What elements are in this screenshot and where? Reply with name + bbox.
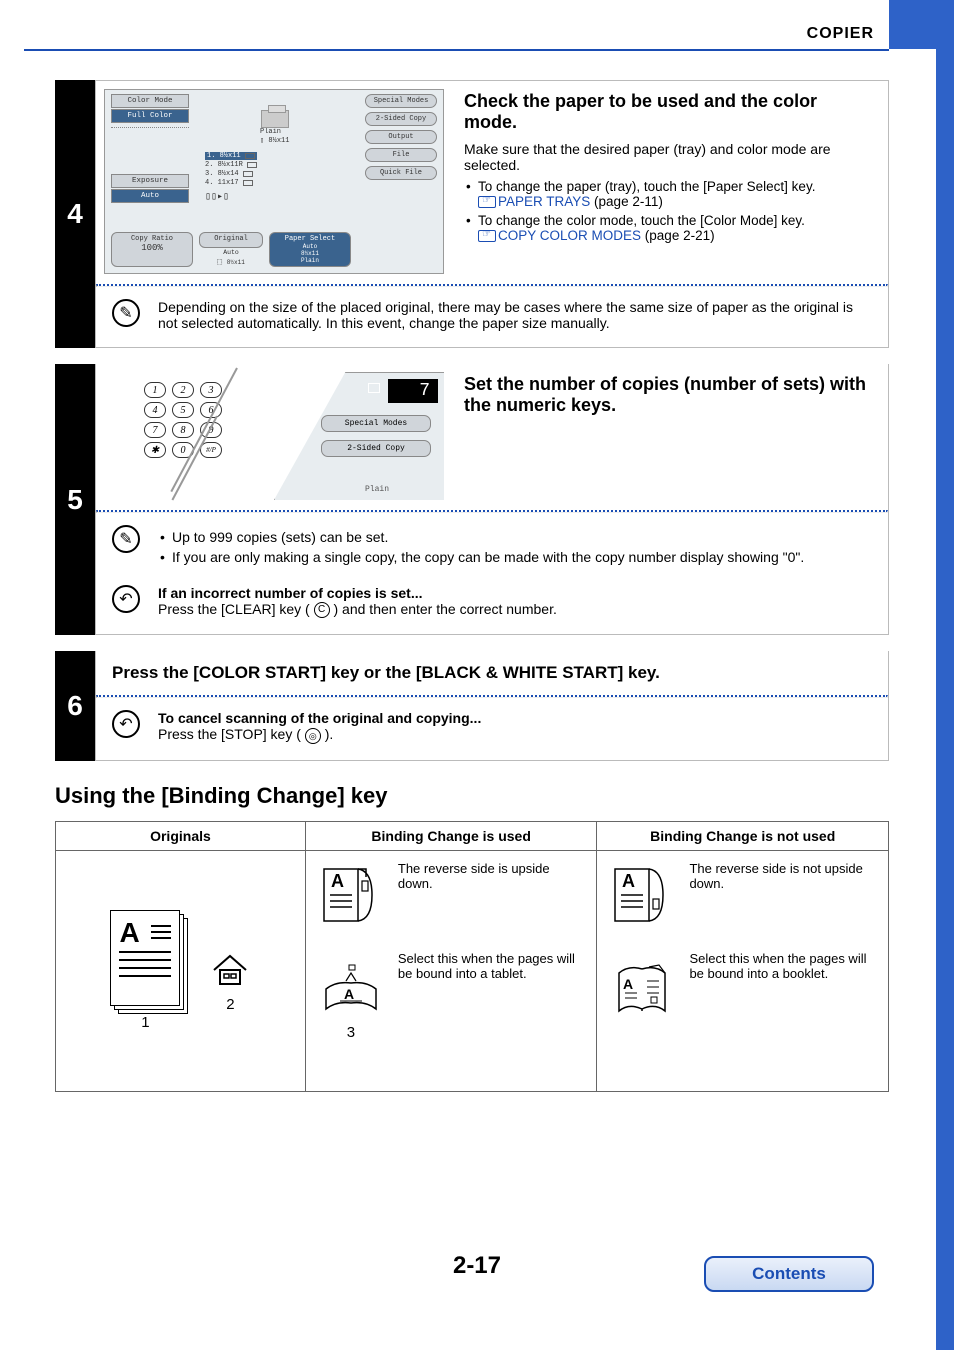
copy-count-display: 7: [388, 379, 438, 403]
open-book-icon: A: [607, 951, 677, 1021]
tray-item-4: 4. 11x17: [205, 179, 257, 187]
th-notused: Binding Change is not used: [597, 821, 889, 850]
right-accent-stripe: [936, 0, 954, 1350]
link-paper-trays[interactable]: PAPER TRAYS: [498, 194, 590, 209]
link-color-modes[interactable]: COPY COLOR MODES: [498, 228, 641, 243]
printer-icon: [261, 110, 289, 128]
bind-notused-text1: The reverse side is not upside down.: [689, 861, 878, 891]
step4-desc: Make sure that the desired paper (tray) …: [464, 141, 872, 173]
top-border: [24, 49, 889, 51]
lcd-paper-size: ▯ 8½x11: [260, 136, 350, 145]
step4-heading: Check the paper to be used and the color…: [464, 91, 872, 133]
lcd-colormode-label: Color Mode: [111, 94, 189, 108]
tray-item-2: 2. 8½x11R: [205, 161, 257, 169]
step4-bullet2: To change the color mode, touch the [Col…: [464, 213, 872, 243]
booklet-upside-icon: A: [316, 861, 386, 931]
back-arrow-icon: ↶: [112, 585, 140, 613]
bind-used-text1: The reverse side is upside down.: [398, 861, 587, 891]
link-icon: [478, 196, 496, 208]
svg-text:A: A: [344, 986, 354, 1002]
step6-heading: Press the [COLOR START] key or the [BLAC…: [96, 651, 888, 695]
stop-key-icon: ◎: [305, 728, 321, 744]
lcd-colormode-value: Full Color: [111, 109, 189, 123]
back-arrow-icon: ↶: [112, 710, 140, 738]
step5-tip-heading: If an incorrect number of copies is set.…: [158, 585, 872, 601]
tray-item-1: 1. 8½x11: [205, 152, 257, 160]
original-page-2-icon: [210, 948, 250, 988]
numeric-keypad: 123 456 789 ✱0#/P: [144, 382, 234, 462]
booklet-notupside-icon: A: [607, 861, 677, 931]
lcd5-2sided: 2-Sided Copy: [321, 440, 431, 457]
contents-button[interactable]: Contents: [704, 1256, 874, 1292]
step-number-5: 5: [55, 364, 95, 635]
step5-heading: Set the number of copies (number of sets…: [464, 374, 872, 416]
step6-tip-heading: To cancel scanning of the original and c…: [158, 710, 872, 726]
originals-cell: A 1 2: [66, 861, 295, 1081]
bind-notused-text2: Select this when the pages will be bound…: [689, 951, 878, 981]
lcd-btn-file: File: [365, 148, 437, 162]
svg-text:A: A: [622, 871, 635, 891]
lcd-btn-output: Output: [365, 130, 437, 144]
step-number-4: 4: [55, 80, 95, 348]
lcd-paper-type: Plain: [260, 128, 350, 136]
lcd-screenshot-step5: 123 456 789 ✱0#/P 7 Specia: [104, 372, 444, 500]
lcd-btn-2sided: 2-Sided Copy: [365, 112, 437, 126]
tray-item-3: 3. 8½x14: [205, 170, 257, 178]
pencil-note-icon: ✎: [112, 525, 140, 553]
top-right-accent: [889, 0, 954, 49]
tablet-icon: A 3: [316, 951, 386, 1041]
lcd-paperselect: Paper Select Auto 8½x11 Plain: [269, 232, 351, 267]
lcd-exposure-value: Auto: [111, 189, 189, 203]
lcd-exposure-label: Exposure: [111, 174, 189, 188]
lcd5-plain: Plain: [365, 485, 389, 494]
original-page-1-icon: A: [110, 910, 180, 1006]
doc-pages-icon: ▯▯▸▯: [205, 191, 257, 203]
lcd5-special: Special Modes: [321, 415, 431, 432]
step4-note: Depending on the size of the placed orig…: [158, 299, 872, 331]
lcd-original-value: Auto: [223, 249, 239, 256]
clear-key-icon: C: [314, 602, 330, 618]
lcd-btn-quickfile: Quick File: [365, 166, 437, 180]
step4-bullet1: To change the paper (tray), touch the [P…: [464, 179, 872, 209]
svg-text:A: A: [623, 976, 633, 992]
step-number-6: 6: [55, 651, 95, 760]
step5-note2: If you are only making a single copy, th…: [158, 549, 872, 565]
binding-heading: Using the [Binding Change] key: [55, 783, 889, 809]
lcd-copyratio: Copy Ratio 100%: [111, 232, 193, 267]
step5-note1: Up to 999 copies (sets) can be set.: [158, 529, 872, 545]
link-icon: [478, 230, 496, 242]
step5-tip-text: Press the [CLEAR] key ( C ) and then ent…: [158, 601, 872, 618]
section-label: COPIER: [807, 25, 874, 43]
svg-text:A: A: [331, 871, 344, 891]
step6-tip-text: Press the [STOP] key ( ◎ ).: [158, 726, 872, 743]
bind-used-text2: Select this when the pages will be bound…: [398, 951, 587, 981]
lcd-screenshot-step4: Color Mode Full Color Exposure Auto: [104, 89, 444, 274]
lcd-btn-special: Special Modes: [365, 94, 437, 108]
th-originals: Originals: [56, 821, 306, 850]
th-used: Binding Change is used: [305, 821, 597, 850]
lcd-original-btn: Original: [199, 232, 263, 248]
binding-table: Originals Binding Change is used Binding…: [55, 821, 889, 1092]
pencil-note-icon: ✎: [112, 299, 140, 327]
